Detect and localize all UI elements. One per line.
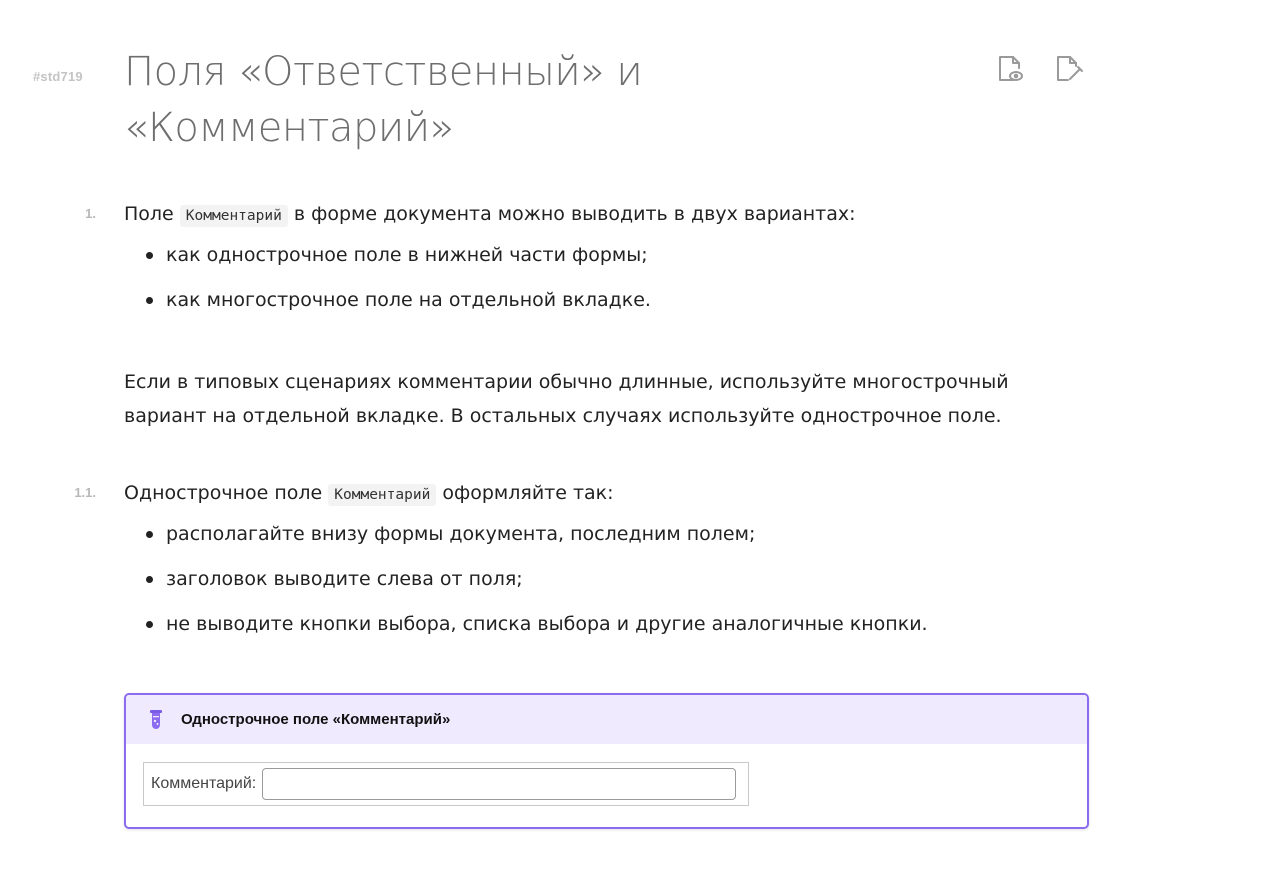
document-preview-icon[interactable] [996, 54, 1026, 84]
example-title: Однострочное поле «Комментарий» [181, 711, 451, 728]
inline-code: Комментарий [328, 484, 437, 506]
text-after-code: в форме документа можно выводить в двух … [293, 203, 856, 225]
comment-input[interactable] [262, 768, 737, 800]
flask-icon [150, 709, 162, 729]
page-title: Поля «Ответственный» и «Комментарий» [124, 44, 884, 156]
example-box: Однострочное поле «Комментарий» Коммента… [124, 693, 1089, 829]
text-before-code: Поле [124, 203, 174, 225]
title-line-1: Поля «Ответственный» и [124, 49, 643, 95]
list-item: как многострочное поле на отдельной вкла… [146, 288, 651, 333]
document-edit-icon[interactable] [1054, 54, 1084, 84]
title-line-2: «Комментарий» [124, 105, 454, 151]
comment-label: Комментарий: [151, 775, 257, 792]
section-1-1-bullets: располагайте внизу формы документа, посл… [146, 522, 928, 657]
section-1-1-text: Однострочное поле Комментарий оформляйте… [124, 481, 614, 507]
text-before-code: Однострочное поле [124, 482, 323, 504]
list-item: располагайте внизу формы документа, посл… [146, 522, 928, 567]
list-item: как однострочное поле в нижней части фор… [146, 243, 651, 288]
list-item: не выводите кнопки выбора, списка выбора… [146, 612, 928, 657]
section-number: 1. [85, 206, 96, 221]
text-after-code: оформляйте так: [442, 482, 614, 504]
inline-code: Комментарий [179, 205, 288, 227]
standard-id: #std719 [33, 69, 83, 84]
section-1-bullets: как однострочное поле в нижней части фор… [146, 243, 651, 333]
example-header: Однострочное поле «Комментарий» [126, 695, 1087, 744]
section-1-text: Поле Комментарий в форме документа можно… [124, 202, 856, 228]
list-item: заголовок выводите слева от поля; [146, 567, 928, 612]
demo-form: Комментарий: [143, 762, 749, 806]
section-1-paragraph: Если в типовых сценариях комментарии обы… [124, 371, 1009, 427]
section-number: 1.1. [74, 485, 96, 500]
